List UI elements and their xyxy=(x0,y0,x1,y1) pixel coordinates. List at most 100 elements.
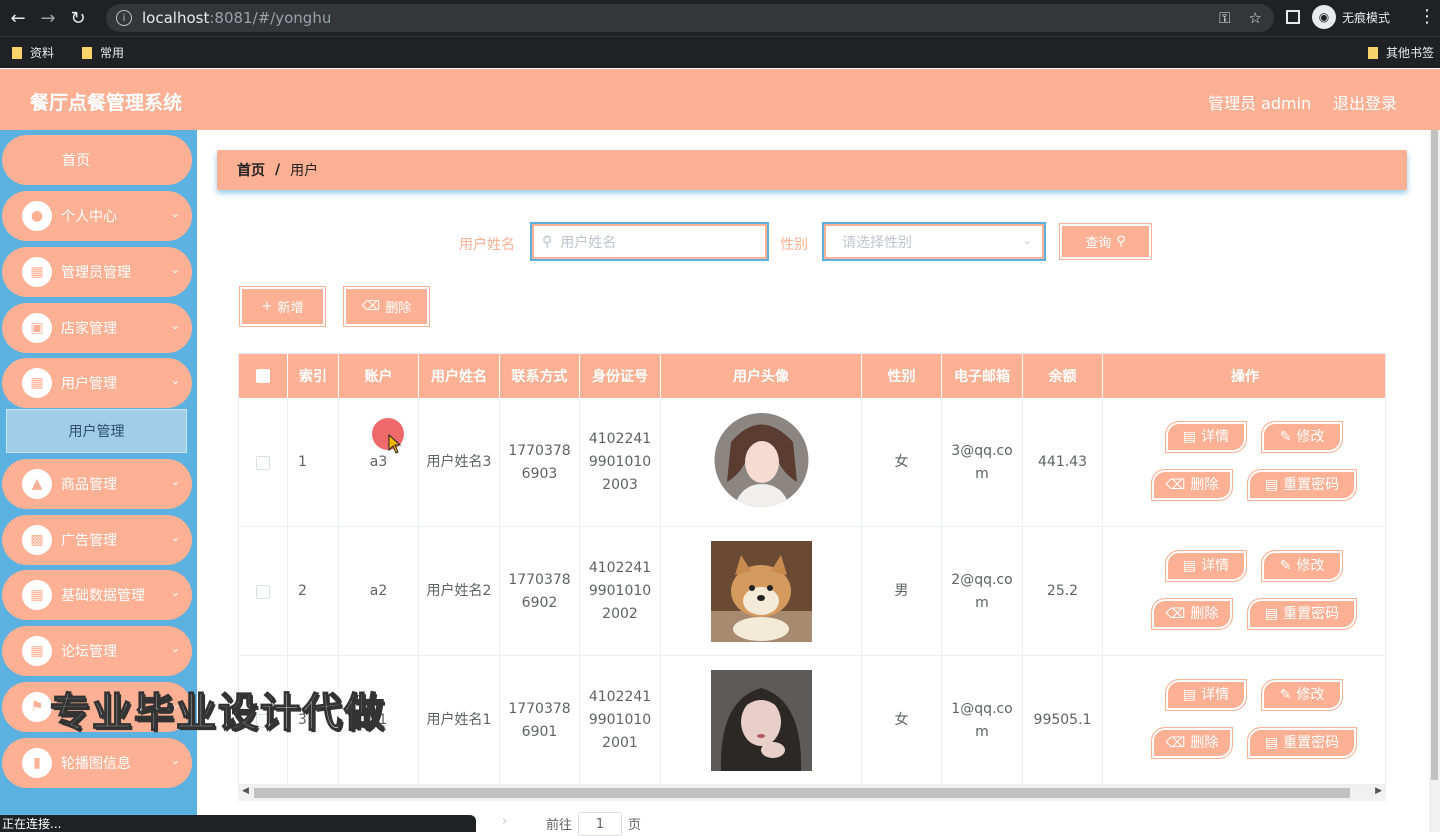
logout-link[interactable]: 退出登录 xyxy=(1333,90,1397,114)
app-title: 餐厅点餐管理系统 xyxy=(30,92,183,114)
cell-email: 1@qq.com xyxy=(942,656,1023,784)
th-account: 账户 xyxy=(339,354,419,398)
chevron-down-icon: ⌄ xyxy=(170,319,180,332)
th-email: 电子邮箱 xyxy=(942,354,1023,398)
sidebar-item-carousel[interactable]: ▮ 轮播图信息 ⌄ xyxy=(2,738,192,788)
delete-button[interactable]: ⌫ 删除 xyxy=(1151,727,1233,759)
incognito-label: 无痕模式 xyxy=(1342,10,1391,25)
th-index: 索引 xyxy=(288,354,339,398)
sidebar-item-forum[interactable]: ▦ 论坛管理 ⌄ xyxy=(2,626,192,676)
scroll-thumb[interactable] xyxy=(254,788,1350,798)
scroll-right-icon[interactable]: ▶ xyxy=(1375,786,1382,796)
bookmark-folder[interactable]: 常用 xyxy=(82,44,124,61)
document-icon: ▤ xyxy=(1182,557,1197,574)
shop-icon: ▣ xyxy=(22,313,52,343)
sidebar-item-home[interactable]: 首页 xyxy=(2,135,192,185)
delete-button[interactable]: ⌫ 删除 xyxy=(1151,469,1233,501)
user-avatar-image[interactable] xyxy=(710,670,812,771)
chevron-down-icon: ⌄ xyxy=(170,475,180,488)
cell-index: 2 xyxy=(288,527,339,656)
sidebar-item-admins[interactable]: ▦ 管理员管理 ⌄ xyxy=(2,247,192,297)
reset-password-button[interactable]: ▤ 重置密码 xyxy=(1247,598,1357,630)
gender-search-label: 性别 xyxy=(780,237,808,253)
page-scroll-thumb[interactable] xyxy=(1431,130,1438,780)
pager-goto-label: 前往 xyxy=(546,818,573,833)
document-icon: ▤ xyxy=(1182,428,1197,445)
trash-icon: ⌫ xyxy=(1165,476,1186,493)
name-search-label: 用户姓名 xyxy=(459,237,515,253)
users-table: 索引 账户 用户姓名 联系方式 身份证号 用户头像 性别 电子邮箱 余额 操作 … xyxy=(238,353,1386,785)
add-button[interactable]: + 新增 xyxy=(239,286,326,327)
reset-password-button[interactable]: ▤ 重置密码 xyxy=(1247,727,1357,759)
cell-name: 用户姓名2 xyxy=(419,527,500,656)
detail-button[interactable]: ▤ 详情 xyxy=(1165,421,1247,453)
breadcrumb: 首页 / 用户 xyxy=(217,150,1407,190)
pager-page-input[interactable]: 1 xyxy=(578,812,622,836)
breadcrumb-current: 用户 xyxy=(290,163,319,179)
delete-button[interactable]: ⌫ 删除 xyxy=(1151,598,1233,630)
next-page-icon[interactable]: › xyxy=(502,814,507,829)
sidebar-item-users[interactable]: ▦ 用户管理 ⌄ xyxy=(2,358,192,408)
back-icon[interactable]: ← xyxy=(6,6,30,30)
monitor-icon: ▩ xyxy=(22,525,52,555)
select-all-checkbox[interactable] xyxy=(256,369,270,383)
other-bookmarks[interactable]: 其他书签 xyxy=(1367,44,1434,61)
watermark-text: 专业毕业设计代做 xyxy=(49,689,386,737)
side-panel-icon[interactable] xyxy=(1286,10,1300,24)
table-row: 1 a3 用户姓名3 17703786903 41022419901010200… xyxy=(239,398,1385,527)
url-host: localhost xyxy=(142,9,210,27)
flag-icon: ⚑ xyxy=(22,692,52,722)
name-search-input[interactable]: ⚲ 用户姓名 xyxy=(530,222,769,261)
edit-button[interactable]: ✎ 修改 xyxy=(1261,421,1343,453)
sidebar-subitem-users[interactable]: 用户管理 xyxy=(6,409,187,453)
row-select-cell xyxy=(239,527,288,656)
breadcrumb-home[interactable]: 首页 xyxy=(237,160,265,180)
user-avatar-image[interactable] xyxy=(710,541,812,642)
scroll-left-icon[interactable]: ◀ xyxy=(242,786,249,796)
reload-icon[interactable]: ↻ xyxy=(66,6,90,30)
table-horizontal-scrollbar[interactable]: ◀ ▶ xyxy=(238,785,1386,801)
cell-id-card: 410224199010102002 xyxy=(580,527,661,656)
query-button[interactable]: 查询 ⚲ xyxy=(1059,223,1152,260)
th-name: 用户姓名 xyxy=(419,354,500,398)
batch-delete-button[interactable]: ⌫ 删除 xyxy=(343,286,430,327)
row-checkbox[interactable] xyxy=(256,455,270,470)
sidebar-item-basic-data[interactable]: ▦ 基础数据管理 ⌄ xyxy=(2,570,192,620)
cell-gender: 女 xyxy=(862,398,942,527)
grid-icon: ▦ xyxy=(22,636,52,666)
document-icon: ▤ xyxy=(1264,734,1279,751)
edit-button[interactable]: ✎ 修改 xyxy=(1261,679,1343,711)
reset-password-button[interactable]: ▤ 重置密码 xyxy=(1247,469,1357,501)
forward-icon[interactable]: → xyxy=(36,6,60,30)
user-avatar-image[interactable] xyxy=(711,412,812,513)
info-icon[interactable]: i xyxy=(116,10,132,26)
cell-avatar xyxy=(661,527,862,656)
menu-icon[interactable]: ⋮ xyxy=(1418,6,1436,27)
row-checkbox[interactable] xyxy=(256,584,270,599)
bookmark-folder[interactable]: 资料 xyxy=(12,44,54,61)
sidebar-item-ads[interactable]: ▩ 广告管理 ⌄ xyxy=(2,515,192,565)
address-bar[interactable]: i localhost:8081/#/yonghu ⚿ ☆ xyxy=(106,4,1274,32)
sidebar-item-products[interactable]: ▲ 商品管理 ⌄ xyxy=(2,459,192,509)
detail-button[interactable]: ▤ 详情 xyxy=(1165,550,1247,582)
key-icon[interactable]: ⚿ xyxy=(1219,9,1230,27)
sidebar-item-shops[interactable]: ▣ 店家管理 ⌄ xyxy=(2,303,192,353)
detail-button[interactable]: ▤ 详情 xyxy=(1165,679,1247,711)
page-scrollbar[interactable] xyxy=(1429,130,1440,832)
edit-button[interactable]: ✎ 修改 xyxy=(1261,550,1343,582)
pager-unit-label: 页 xyxy=(628,818,642,833)
cell-avatar xyxy=(661,398,862,527)
cell-id-card: 410224199010102003 xyxy=(580,398,661,527)
sidebar-item-profile[interactable]: ● 个人中心 ⌄ xyxy=(2,191,192,241)
star-icon[interactable]: ☆ xyxy=(1249,9,1262,27)
th-avatar: 用户头像 xyxy=(661,354,862,398)
incognito-badge[interactable]: ◉ 无痕模式 xyxy=(1312,5,1390,29)
url-path: :8081/#/yonghu xyxy=(209,9,332,27)
user-icon: ● xyxy=(22,201,52,231)
chevron-down-icon: ⌄ xyxy=(170,531,180,544)
cell-email: 3@qq.com xyxy=(942,398,1023,527)
browser-status-bar: 正在连接... xyxy=(0,815,476,832)
gender-select[interactable]: 请选择性别 ⌄ xyxy=(822,222,1046,261)
cell-actions: ▤ 详情 ✎ 修改 ⌫ 删除 ▤ 重置密码 xyxy=(1103,398,1385,527)
browser-toolbar: ← → ↻ i localhost:8081/#/yonghu ⚿ ☆ ◉ 无痕… xyxy=(0,0,1440,36)
